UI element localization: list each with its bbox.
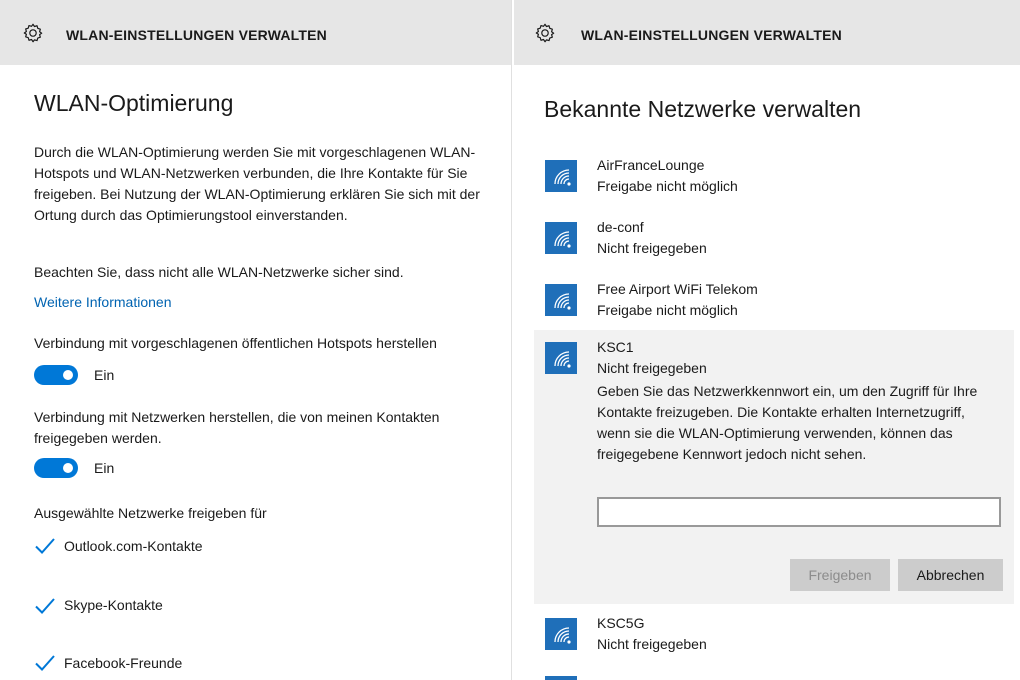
title-bar: WLAN-EINSTELLUNGEN VERWALTEN <box>514 0 1020 65</box>
toggle-knob <box>63 463 73 473</box>
hotspots-label: Verbindung mit vorgeschlagenen öffentlic… <box>34 335 437 351</box>
network-status: Nicht freigegeben <box>597 636 707 652</box>
network-name: AirFranceLounge <box>597 157 705 173</box>
network-status: Freigabe nicht möglich <box>597 178 738 194</box>
network-status: Nicht freigegeben <box>597 240 707 256</box>
network-password-input[interactable] <box>597 497 1001 527</box>
facebook-checkbox-label: Facebook-Freunde <box>64 655 183 671</box>
network-item-ksc1-expanded[interactable]: KSC1 Nicht freigegeben Geben Sie das Net… <box>534 330 1014 604</box>
skype-checkbox-label: Skype-Kontakte <box>64 597 163 613</box>
skype-checkbox[interactable] <box>34 595 56 617</box>
right-settings-panel: WLAN-EINSTELLUNGEN VERWALTEN Bekannte Ne… <box>514 0 1020 680</box>
network-name: KSC1 <box>597 339 634 355</box>
wifi-icon <box>545 676 577 680</box>
title-bar: WLAN-EINSTELLUNGEN VERWALTEN <box>0 0 511 65</box>
wifi-icon <box>545 222 577 254</box>
hotspots-toggle[interactable] <box>34 365 78 385</box>
outlook-checkbox-label: Outlook.com-Kontakte <box>64 538 203 554</box>
window-title: WLAN-EINSTELLUNGEN VERWALTEN <box>66 27 327 43</box>
contacts-label: Verbindung mit Netzwerken herstellen, di… <box>34 409 440 446</box>
page-title: WLAN-Optimierung <box>34 90 234 116</box>
left-settings-panel: WLAN-EINSTELLUNGEN VERWALTEN WLAN-Optimi… <box>0 0 512 680</box>
network-status: Nicht freigegeben <box>597 360 707 376</box>
more-info-link[interactable]: Weitere Informationen <box>34 294 171 310</box>
wifi-icon <box>545 618 577 650</box>
share-networks-label: Ausgewählte Netzwerke freigeben für <box>34 505 267 521</box>
wifi-icon <box>545 284 577 316</box>
wifi-icon <box>545 342 577 374</box>
network-name: KSC5G <box>597 615 645 631</box>
network-name: de-conf <box>597 219 644 235</box>
network-status: Freigabe nicht möglich <box>597 302 738 318</box>
page-title: Bekannte Netzwerke verwalten <box>544 96 862 122</box>
description-text: Durch die WLAN-Optimierung werden Sie mi… <box>34 144 480 223</box>
toggle-knob <box>63 370 73 380</box>
hotspots-toggle-state: Ein <box>94 367 115 383</box>
outlook-checkbox[interactable] <box>34 535 56 557</box>
contacts-toggle[interactable] <box>34 458 78 478</box>
contacts-toggle-state: Ein <box>94 460 115 476</box>
security-warning: Beachten Sie, dass nicht alle WLAN-Netzw… <box>34 264 404 280</box>
gear-icon <box>535 23 555 43</box>
facebook-checkbox[interactable] <box>34 652 56 674</box>
network-name: Free Airport WiFi Telekom <box>597 281 758 297</box>
cancel-button[interactable]: Abbrechen <box>898 559 1003 591</box>
share-button[interactable]: Freigeben <box>790 559 890 591</box>
gear-icon <box>23 23 43 43</box>
wifi-icon <box>545 160 577 192</box>
share-instructions: Geben Sie das Netzwerkkennwort ein, um d… <box>597 383 978 462</box>
window-title: WLAN-EINSTELLUNGEN VERWALTEN <box>581 27 842 43</box>
